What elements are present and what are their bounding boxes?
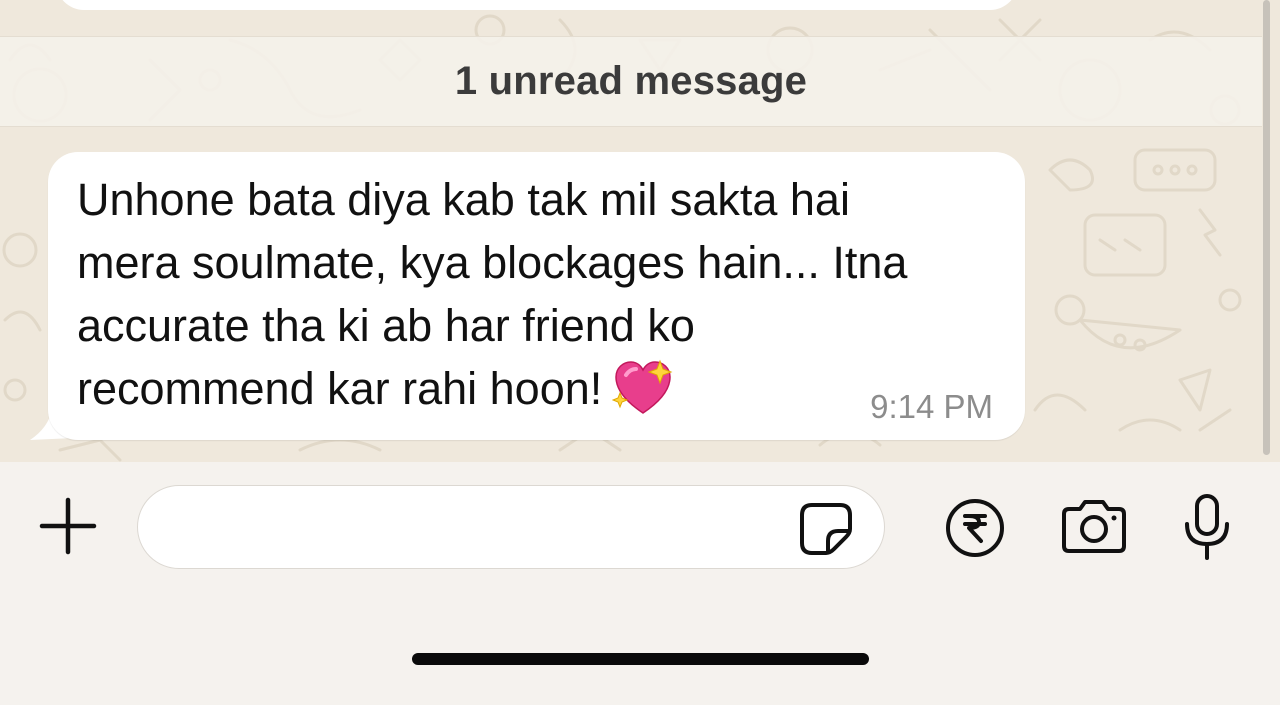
message-timestamp: 9:14 PM bbox=[870, 388, 993, 425]
attach-button[interactable] bbox=[36, 494, 100, 558]
chat-scrollbar[interactable] bbox=[1263, 0, 1270, 455]
home-indicator[interactable] bbox=[412, 653, 869, 665]
plus-icon bbox=[39, 497, 97, 555]
sticker-icon bbox=[800, 503, 852, 555]
message-input[interactable] bbox=[162, 500, 786, 556]
rupee-icon bbox=[946, 499, 1004, 557]
sticker-button[interactable] bbox=[796, 499, 856, 559]
message-input-field[interactable] bbox=[137, 485, 885, 569]
message-text: Unhone bata diya kab tak mil sakta hai m… bbox=[77, 174, 908, 414]
sparkling-heart-icon bbox=[612, 359, 673, 415]
chat-area[interactable]: 1 unread message Unhone bata diya kab ta… bbox=[0, 0, 1280, 462]
unread-messages-divider: 1 unread message bbox=[0, 36, 1262, 127]
unread-count-label: 1 unread message bbox=[454, 59, 808, 103]
voice-message-button[interactable] bbox=[1180, 492, 1234, 562]
payment-button[interactable] bbox=[944, 497, 1006, 559]
camera-button[interactable] bbox=[1058, 496, 1130, 558]
previous-message-bubble bbox=[56, 0, 1018, 10]
message-body: Unhone bata diya kab tak mil sakta hai m… bbox=[77, 168, 1007, 421]
camera-icon bbox=[1062, 500, 1126, 553]
microphone-icon bbox=[1185, 494, 1229, 560]
